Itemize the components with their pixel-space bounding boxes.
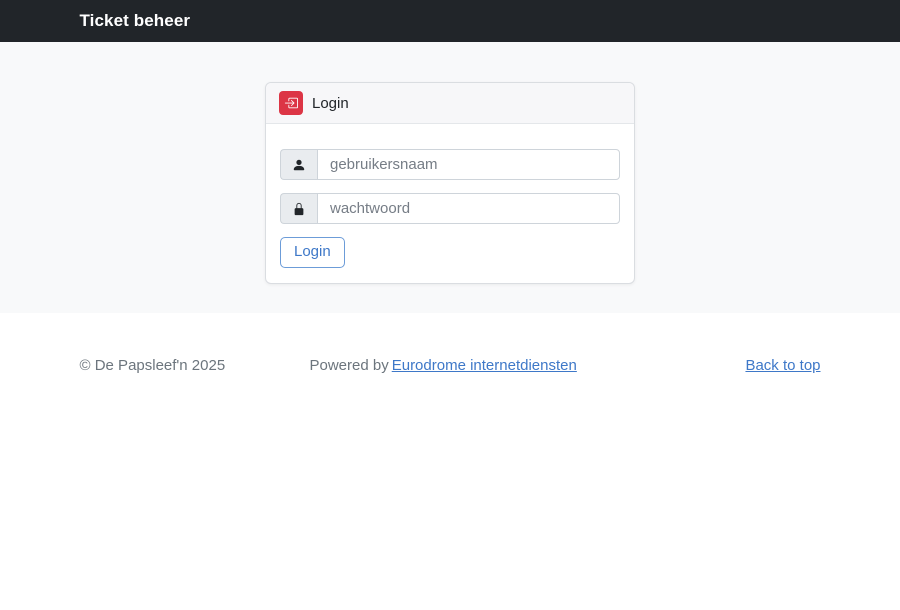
- footer: © De Papsleef'n 2025 Powered byEurodrome…: [0, 313, 900, 374]
- password-input[interactable]: [317, 193, 620, 224]
- eurodrome-link[interactable]: Eurodrome internetdiensten: [392, 357, 577, 374]
- login-card-header: Login: [266, 83, 634, 124]
- app-title: Ticket beheer: [80, 11, 191, 30]
- powered-by-label: Powered by: [310, 357, 389, 374]
- powered-by: Powered byEurodrome internetdiensten: [310, 357, 746, 374]
- username-input[interactable]: [317, 149, 620, 180]
- person-icon: [280, 149, 317, 180]
- lock-icon: [280, 193, 317, 224]
- main-section: Login Login: [0, 42, 900, 313]
- copyright-text: © De Papsleef'n 2025: [80, 357, 310, 374]
- password-input-group: [280, 193, 620, 224]
- back-to-top-link[interactable]: Back to top: [745, 357, 820, 374]
- login-card-title: Login: [312, 95, 349, 112]
- login-card: Login Login: [265, 82, 635, 284]
- sign-in-icon: [279, 91, 303, 115]
- username-input-group: [280, 149, 620, 180]
- login-card-body: Login: [266, 124, 634, 283]
- navbar: Ticket beheer: [0, 0, 900, 42]
- login-button[interactable]: Login: [280, 237, 345, 268]
